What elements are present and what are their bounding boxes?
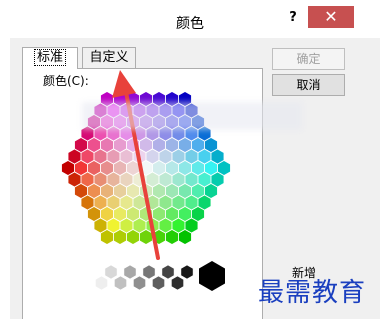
gray-swatch[interactable] <box>133 275 146 291</box>
gray-swatch[interactable] <box>85 264 99 280</box>
gray-swatch[interactable] <box>180 264 194 280</box>
watermark-logo: 最需教育 <box>258 278 367 308</box>
gray-swatch[interactable] <box>142 264 156 280</box>
gray-swatch[interactable] <box>104 264 118 280</box>
gray-swatch[interactable] <box>152 275 165 291</box>
gray-swatch[interactable] <box>95 275 108 291</box>
blurred-region <box>82 102 302 130</box>
gray-swatch[interactable] <box>171 275 184 291</box>
black-swatch[interactable] <box>199 261 225 291</box>
gray-swatch[interactable] <box>161 264 175 280</box>
gray-swatch[interactable] <box>123 264 137 280</box>
gray-swatch[interactable] <box>114 275 127 291</box>
